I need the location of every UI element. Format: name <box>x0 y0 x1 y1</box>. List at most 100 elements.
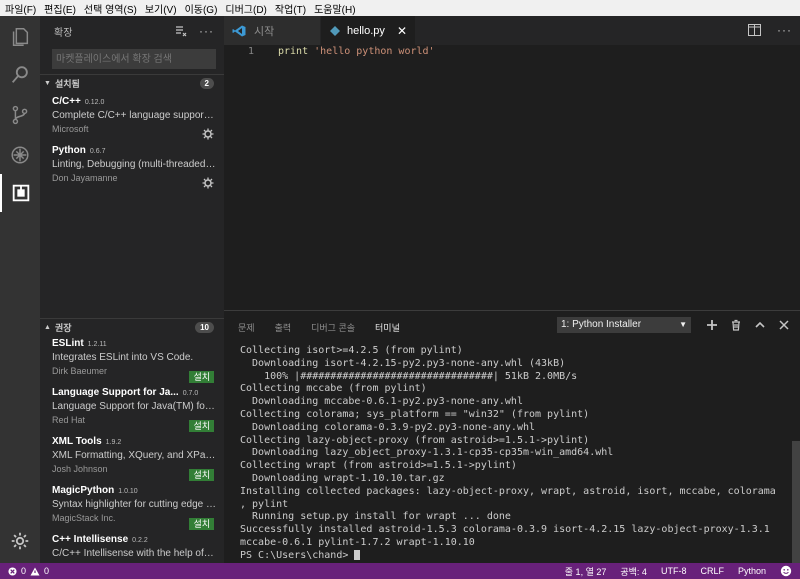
terminal-line: Running setup.py install for wrapt ... d… <box>240 511 511 523</box>
encoding[interactable]: UTF-8 <box>661 566 687 576</box>
terminal-line: mccabe-0.6.1 pylint-1.7.2 wrapt-1.10.10 <box>240 536 475 548</box>
feedback-smiley-icon[interactable] <box>780 565 792 577</box>
terminal-line: Collecting mccabe (from pylint) <box>240 383 427 395</box>
manage-gear-icon[interactable] <box>202 128 214 140</box>
extensions-icon[interactable] <box>0 174 40 212</box>
extension-description: Integrates ESLint into VS Code. <box>52 352 194 363</box>
source-control-icon[interactable] <box>0 96 40 134</box>
extension-description: Complete C/C++ language support includin… <box>52 110 216 121</box>
install-button[interactable]: 설치 <box>189 518 214 530</box>
tab-debug-console[interactable]: 디버그 콘솔 <box>311 321 355 337</box>
collapse-triangle-icon: ▲ <box>44 323 51 331</box>
explorer-icon[interactable] <box>0 18 40 56</box>
trash-icon[interactable] <box>730 319 742 331</box>
menu-edit[interactable]: 편집(E) <box>41 1 81 16</box>
cursor-position[interactable]: 줄 1, 열 27 <box>565 565 607 578</box>
install-button[interactable]: 설치 <box>189 420 214 432</box>
sidebar-title: 확장 <box>54 27 73 39</box>
extension-name: C++ Intellisense <box>52 534 129 545</box>
problems-status[interactable]: 0 0 <box>0 566 49 576</box>
menu-file[interactable]: 파일(F) <box>2 1 41 16</box>
editor-tab-bar: 시작 hello.py ✕ ··· <box>224 16 800 45</box>
extension-version: 1.9.2 <box>105 439 122 446</box>
terminal-line: Collecting lazy-object-proxy (from astro… <box>240 434 590 446</box>
terminal-line: Installing collected packages: lazy-obje… <box>240 485 776 497</box>
extension-publisher: Don Jayamanne <box>52 173 118 183</box>
install-button[interactable]: 설치 <box>189 371 214 383</box>
warning-count: 0 <box>44 566 50 576</box>
search-icon[interactable] <box>0 56 40 94</box>
extension-item[interactable]: Language Support for Ja... 0.7.0 Language… <box>52 387 216 435</box>
menu-debug[interactable]: 디버그(D) <box>222 1 271 16</box>
line-number: 1 <box>248 46 255 57</box>
extension-description: XML Formatting, XQuery, and XPath Tools … <box>52 450 216 461</box>
code-string: 'hello python world' <box>314 46 435 57</box>
terminal-prompt: PS C:\Users\chand> <box>240 549 355 561</box>
extension-description: Syntax highlighter for cutting edge Pyth… <box>52 499 216 510</box>
sidebar-header: 확장 ··· <box>40 16 224 46</box>
extension-name: Language Support for Ja... <box>52 387 179 398</box>
tab-output[interactable]: 출력 <box>275 321 292 337</box>
tab-problems[interactable]: 문제 <box>238 321 255 337</box>
extensions-sidebar: 확장 ··· ▼ 설치됨 2 C/C++0.12.0 Complete C/C+… <box>40 16 224 563</box>
terminal-line: Collecting wrapt (from astroid>=1.5.1->p… <box>240 460 517 472</box>
indentation[interactable]: 공백: 4 <box>620 565 647 578</box>
manage-gear-icon[interactable] <box>202 177 214 189</box>
status-bar: 0 0 줄 1, 열 27 공백: 4 UTF-8 CRLF Python <box>0 563 800 579</box>
extension-version: 0.7.0 <box>182 390 199 397</box>
code-editor[interactable]: 1 print 'hello python world' <box>224 45 800 310</box>
chevron-down-icon: ▼ <box>679 320 687 329</box>
extension-item[interactable]: C/C++ 0.12.0 Complete C/C++ language supp… <box>52 96 216 144</box>
menu-tasks[interactable]: 작업(T) <box>272 1 311 16</box>
extensions-search-input[interactable] <box>52 49 216 69</box>
extension-item[interactable]: MagicPython 1.0.10 Syntax highlighter for… <box>52 485 216 533</box>
extension-item[interactable]: ESLint 1.2.11 Integrates ESLint into VS C… <box>52 338 216 386</box>
tab-terminal[interactable]: 터미널 <box>375 321 400 337</box>
extension-version: 0.2.2 <box>132 537 148 544</box>
terminal-select[interactable]: 1: Python Installer ▼ <box>557 317 691 333</box>
tab-hello-py[interactable]: hello.py ✕ <box>321 16 415 45</box>
extension-item[interactable]: C++ Intellisense 0.2.2 C/C++ Intellisense… <box>52 534 216 563</box>
installed-label: 설치됨 <box>54 78 80 89</box>
terminal-output[interactable]: Collecting isort>=4.2.5 (from pylint) Do… <box>240 345 792 563</box>
install-button[interactable]: 설치 <box>189 469 214 481</box>
terminal-line: Downloading mccabe-0.6.1-py2.py3-none-an… <box>240 396 523 408</box>
more-actions-icon[interactable]: ··· <box>199 24 214 38</box>
terminal-line: Successfully installed astroid-1.5.3 col… <box>240 524 770 536</box>
terminal-select-value: 1: Python Installer <box>561 319 642 330</box>
menu-view[interactable]: 보기(V) <box>142 1 182 16</box>
recommended-count-badge: 10 <box>195 321 214 333</box>
language-mode[interactable]: Python <box>738 566 766 576</box>
terminal-line: Downloading isort-4.2.15-py2.py3-none-an… <box>240 357 566 369</box>
line-ending[interactable]: CRLF <box>700 566 724 576</box>
more-actions-icon[interactable]: ··· <box>777 23 792 37</box>
settings-gear-icon[interactable] <box>0 522 40 560</box>
extension-name: MagicPython <box>52 485 115 496</box>
extension-publisher: Microsoft <box>52 124 89 134</box>
extension-name: Python <box>52 145 86 156</box>
installed-section-header[interactable]: ▼ 설치됨 2 <box>40 74 224 91</box>
menu-selection[interactable]: 선택 영역(S) <box>81 1 142 16</box>
installed-count-badge: 2 <box>199 77 214 89</box>
code-keyword: print <box>278 46 309 57</box>
split-editor-icon[interactable] <box>748 24 761 36</box>
close-tab-icon[interactable]: ✕ <box>397 24 407 38</box>
extension-version: 0.6.7 <box>89 148 106 155</box>
terminal-scrollbar[interactable] <box>792 441 800 563</box>
collapse-triangle-icon: ▼ <box>44 79 51 87</box>
terminal-cursor <box>354 549 361 560</box>
debug-icon[interactable] <box>0 136 40 174</box>
terminal-line: Downloading colorama-0.3.9-py2.py3-none-… <box>240 421 536 433</box>
clear-extensions-icon[interactable] <box>175 25 187 37</box>
extension-item[interactable]: Python 0.6.7 Linting, Debugging (multi-th… <box>52 145 216 193</box>
menu-help[interactable]: 도움말(H) <box>311 1 360 16</box>
new-terminal-plus-icon[interactable] <box>706 319 718 331</box>
recommended-section-header[interactable]: ▲ 권장 10 <box>40 318 224 335</box>
terminal-line: , pylint <box>240 498 289 510</box>
menu-go[interactable]: 이동(G) <box>182 1 223 16</box>
chevron-up-icon[interactable] <box>754 319 766 331</box>
tab-label: 시작 <box>254 25 275 38</box>
tab-welcome[interactable]: 시작 <box>224 16 320 45</box>
extension-item[interactable]: XML Tools 1.9.2 XML Formatting, XQuery, a… <box>52 436 216 484</box>
close-panel-icon[interactable] <box>778 319 790 331</box>
